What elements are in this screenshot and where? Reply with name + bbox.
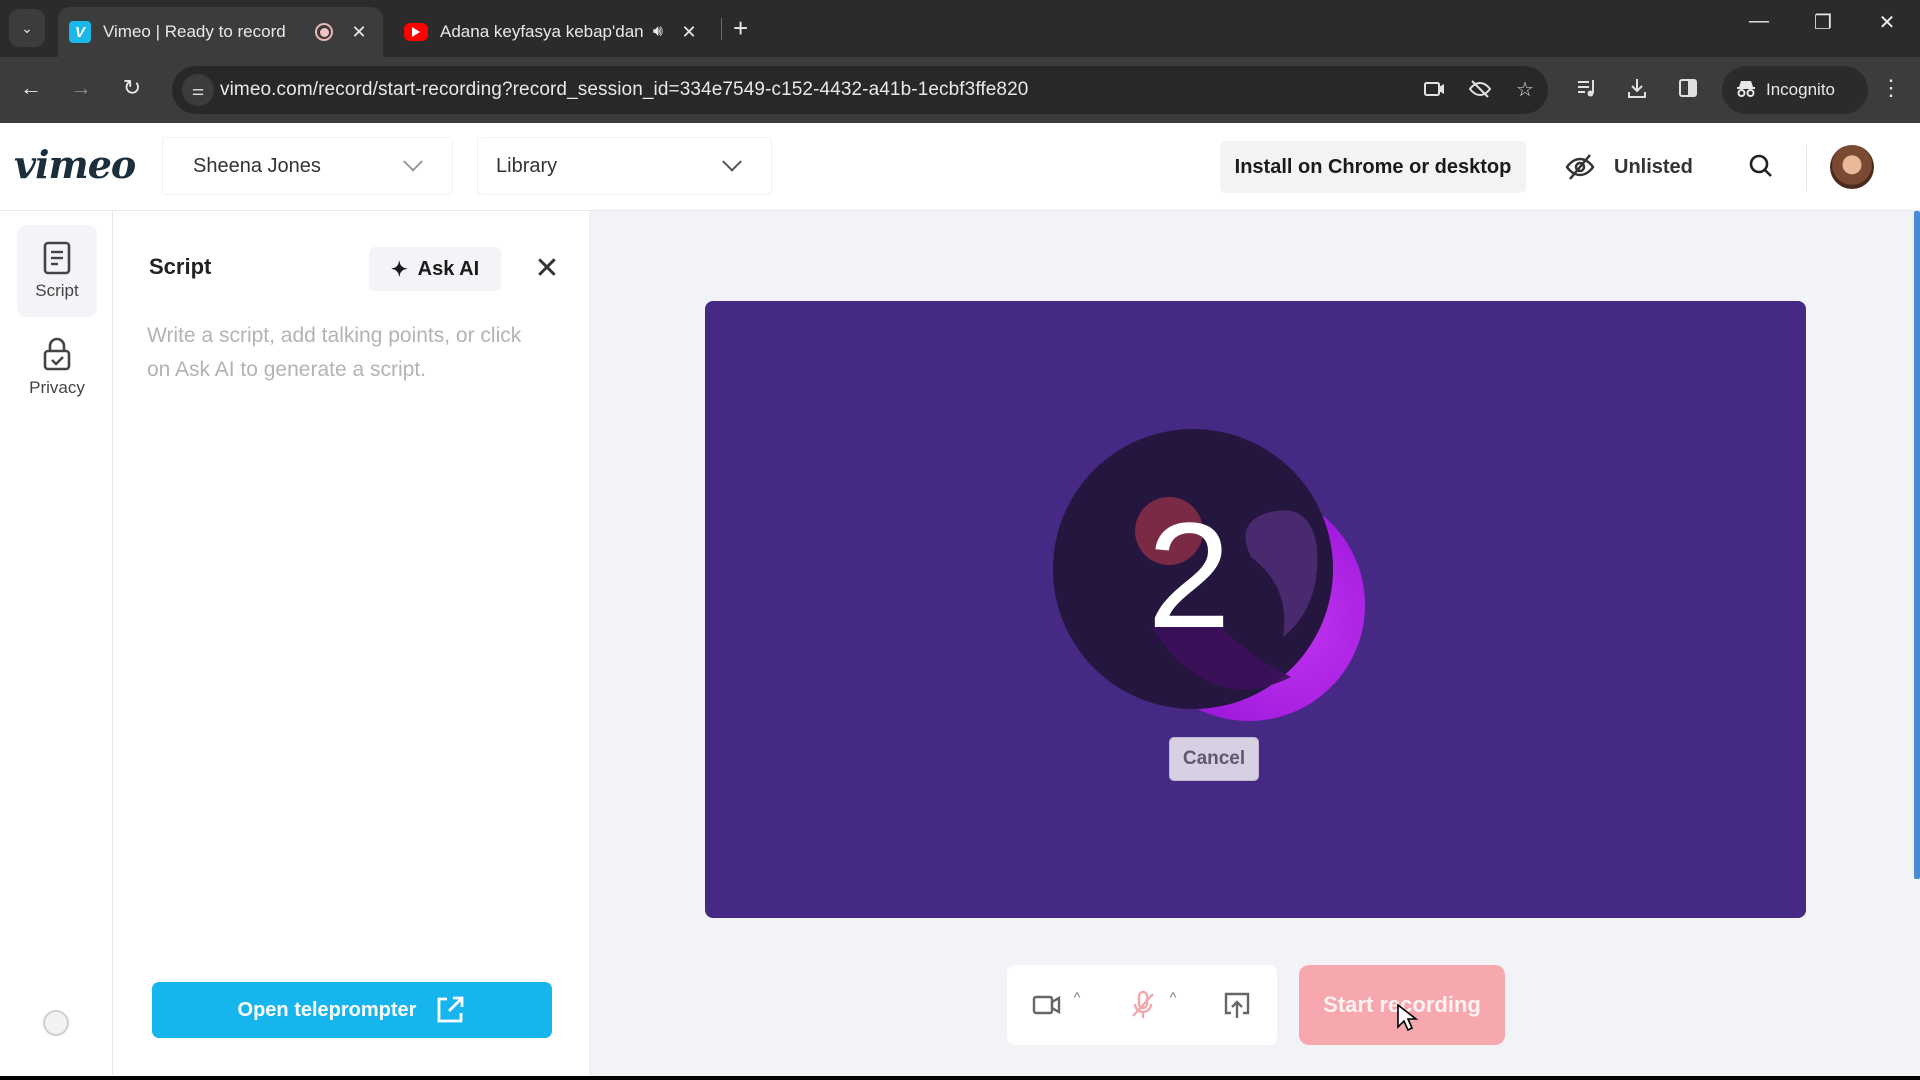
bookmark-star-icon[interactable]: ☆ (1512, 77, 1538, 103)
incognito-icon (1736, 78, 1756, 103)
camera-preview: 2 Cancel (705, 301, 1806, 918)
close-window-button[interactable]: ✕ (1867, 10, 1907, 35)
address-bar[interactable]: ⚌ vimeo.com/record/start-recording?recor… (172, 66, 1548, 114)
screen-share-icon[interactable] (1221, 989, 1253, 1026)
media-control-icon[interactable] (1572, 77, 1602, 105)
recording-indicator-icon (315, 23, 333, 41)
close-icon[interactable]: ✕ (527, 249, 567, 289)
script-input[interactable] (147, 319, 547, 919)
recording-stage: 2 Cancel ^ ^ Start recording (591, 211, 1920, 1076)
forward-button[interactable]: → (66, 75, 96, 101)
browser-menu-icon[interactable]: ⋮ (1880, 75, 1902, 101)
privacy-status-label: Unlisted (1614, 155, 1693, 178)
browser-window: ⌄ V Vimeo | Ready to record ✕ Adana keyf… (0, 0, 1920, 1076)
avatar[interactable] (1830, 145, 1874, 189)
recording-controls: ^ ^ (1007, 965, 1277, 1045)
rail-item-label: Script (35, 281, 79, 300)
url-text[interactable]: vimeo.com/record/start-recording?record_… (220, 79, 1028, 101)
open-teleprompter-button[interactable]: Open teleprompter (152, 982, 552, 1038)
mouse-cursor-icon (1397, 1003, 1418, 1032)
app-header: vimeo Sheena Jones Library Install on Ch… (0, 123, 1920, 211)
vimeo-logo[interactable]: vimeo (14, 142, 136, 187)
tab-search-button[interactable]: ⌄ (9, 9, 45, 47)
panel-title: Script (149, 254, 212, 279)
chevron-down-icon (403, 151, 423, 172)
site-settings-icon[interactable]: ⚌ (182, 74, 214, 106)
account-select[interactable]: Sheena Jones (162, 137, 453, 195)
tracking-protection-eye-off-icon[interactable] (1467, 77, 1493, 103)
rail-item-label: Privacy (29, 378, 85, 397)
tab-vimeo[interactable]: V Vimeo | Ready to record ✕ (58, 7, 383, 57)
camera-toggle-icon[interactable] (1031, 989, 1063, 1026)
script-panel: Script ✦ Ask AI ✕ Open teleprompter (113, 211, 591, 1076)
chevron-down-icon: ⌄ (21, 19, 33, 36)
folder-select-value: Library (496, 154, 558, 177)
tab-title: Adana keyfasya kebap'dan (440, 22, 644, 41)
teleprompter-label: Open teleprompter (237, 998, 417, 1021)
download-icon[interactable] (1622, 77, 1652, 105)
browser-toolbar: ← → ↻ ⚌ vimeo.com/record/start-recording… (0, 57, 1920, 123)
new-tab-button[interactable]: + (733, 14, 748, 42)
tab-separator (721, 18, 722, 40)
reload-button[interactable]: ↻ (117, 75, 147, 101)
incognito-label: Incognito (1766, 80, 1835, 99)
external-link-icon (438, 996, 464, 1023)
countdown-graphic: 2 (1053, 429, 1365, 721)
tab-youtube[interactable]: Adana keyfasya kebap'dan 🔊︎ ✕ (393, 7, 713, 57)
incognito-indicator[interactable]: Incognito (1722, 66, 1868, 114)
scrollbar[interactable] (1914, 211, 1920, 879)
side-panel-icon[interactable] (1673, 77, 1703, 105)
camera-options-caret-icon[interactable]: ^ (1069, 989, 1085, 1005)
microphone-off-icon[interactable] (1127, 989, 1159, 1026)
rail-item-script[interactable]: Script (17, 225, 97, 317)
document-icon (43, 241, 71, 275)
rail-item-privacy[interactable]: Privacy (17, 321, 97, 413)
tab-title: Vimeo | Ready to record (103, 22, 286, 41)
microphone-options-caret-icon[interactable]: ^ (1165, 989, 1181, 1005)
folder-select[interactable]: Library (477, 137, 772, 195)
close-tab-icon[interactable]: ✕ (349, 22, 369, 43)
privacy-status-button[interactable]: Unlisted (1564, 141, 1693, 193)
vimeo-icon: V (69, 21, 91, 43)
restore-button[interactable]: ❐ (1803, 10, 1843, 35)
search-icon[interactable] (1744, 149, 1778, 183)
install-button[interactable]: Install on Chrome or desktop (1220, 141, 1526, 193)
account-select-value: Sheena Jones (193, 154, 321, 177)
status-circle-icon[interactable] (43, 1010, 69, 1036)
side-rail: Script Privacy (0, 211, 113, 1076)
countdown-number: 2 (1147, 491, 1230, 659)
back-button[interactable]: ← (16, 75, 46, 101)
eye-off-icon (1565, 154, 1595, 180)
header-divider (1806, 145, 1807, 191)
camera-in-use-icon[interactable] (1422, 77, 1448, 103)
tab-strip: ⌄ V Vimeo | Ready to record ✕ Adana keyf… (0, 0, 1920, 57)
youtube-icon (404, 23, 428, 41)
sparkle-icon: ✦ (390, 258, 408, 281)
lock-check-icon (43, 337, 71, 371)
close-tab-icon[interactable]: ✕ (679, 22, 699, 43)
cancel-countdown-button[interactable]: Cancel (1169, 737, 1259, 781)
chevron-down-icon (722, 151, 742, 172)
ask-ai-button[interactable]: ✦ Ask AI (369, 247, 501, 291)
ask-ai-label: Ask AI (417, 257, 480, 280)
minimize-button[interactable]: — (1739, 10, 1779, 33)
speaker-icon[interactable]: 🔊︎ (653, 23, 663, 41)
